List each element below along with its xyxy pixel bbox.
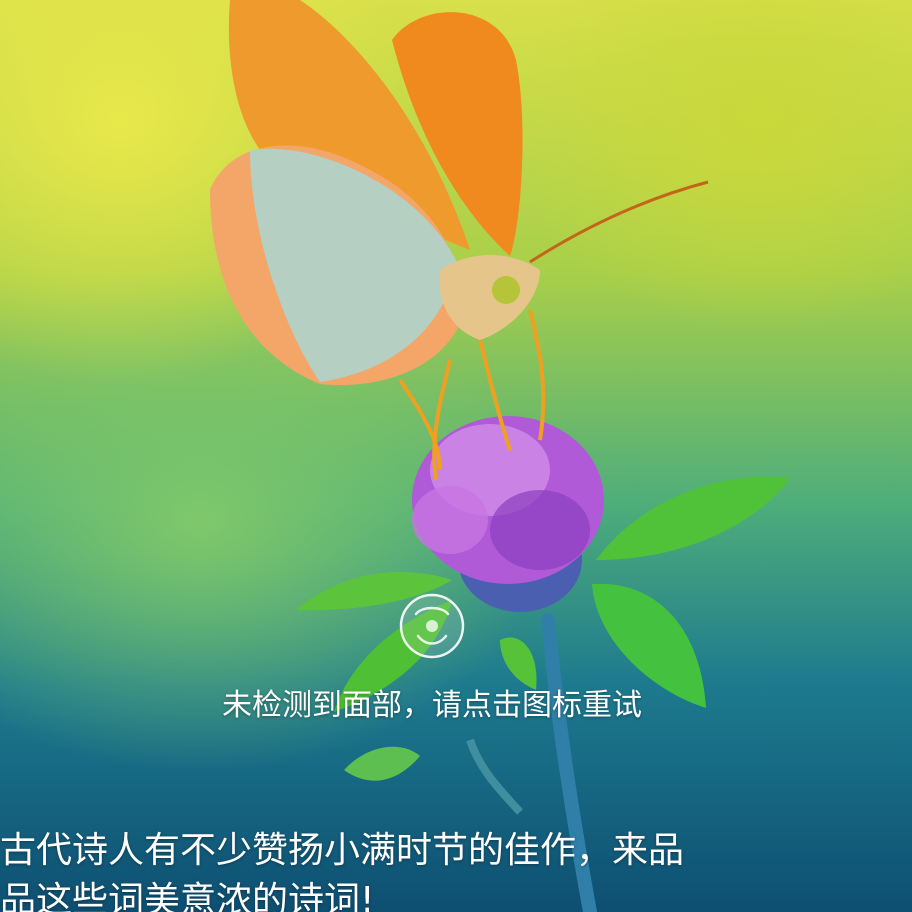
butterfly-eye — [492, 276, 520, 304]
butterfly-antenna — [529, 180, 709, 264]
leaf-right — [596, 476, 790, 560]
wallpaper-caption: 古代诗人有不少赞扬小满时节的佳作，来品品这些词美意浓的诗词! — [0, 830, 685, 912]
face-unlock-retry-icon[interactable] — [398, 592, 466, 660]
face-unlock-status-text: 未检测到面部，请点击图标重试 — [222, 688, 642, 723]
small-stem — [466, 738, 523, 815]
lock-screen: 未检测到面部，请点击图标重试 古代诗人有不少赞扬小满时节的佳作，来品品这些词美意… — [0, 0, 912, 912]
leaf-small — [344, 746, 420, 781]
wallpaper-image — [210, 0, 790, 912]
